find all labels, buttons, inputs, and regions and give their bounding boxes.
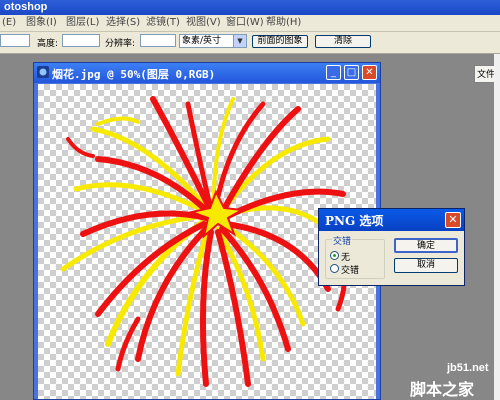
resolution-field[interactable] [140, 34, 176, 47]
menu-view[interactable]: 视图(V) [186, 15, 221, 31]
yellow-streak [96, 116, 140, 126]
menu-layer[interactable]: 图层(L) [66, 15, 99, 31]
resolution-label: 分辨率: [105, 39, 136, 49]
radio-none-label[interactable]: 无 [341, 250, 350, 263]
radio-interlaced-label[interactable]: 交错 [341, 263, 359, 276]
menu-help[interactable]: 帮助(H) [266, 15, 301, 31]
interlace-group: 交错 无 交错 [325, 234, 385, 279]
clear-button[interactable]: 清除 [315, 35, 371, 48]
watermark-site: jb51.net [447, 362, 489, 374]
minimize-button[interactable]: _ [326, 65, 341, 80]
menu-select[interactable]: 选择(S) [106, 15, 140, 31]
dialog-title-bar[interactable]: PNG 选项 ✕ [319, 209, 464, 231]
menu-window[interactable]: 窗口(W) [226, 15, 264, 31]
height-label: 高度: [37, 39, 59, 49]
dialog-close-icon[interactable]: ✕ [445, 212, 461, 228]
maximize-button[interactable]: □ [344, 65, 359, 80]
document-title-bar[interactable]: 烟花.jpg @ 50%(图层 0,RGB) _ □ ✕ [34, 63, 380, 83]
front-image-button[interactable]: 前面的图象 [252, 35, 308, 48]
menu-edit[interactable]: (E) [2, 15, 16, 31]
red-streak [199, 229, 214, 387]
radio-interlaced[interactable] [330, 264, 339, 273]
chevron-down-icon: ▼ [233, 35, 246, 47]
palette-well-edge [494, 54, 500, 400]
menu-image[interactable]: 图象(I) [26, 15, 57, 31]
cancel-button[interactable]: 取消 [394, 258, 458, 273]
radio-none[interactable] [330, 251, 339, 260]
ok-button[interactable]: 确定 [394, 238, 458, 253]
photoshop-document-icon [37, 66, 49, 78]
options-bar: 高度: 分辨率: 象素/英寸 ▼ 前面的图象 清除 文件 [0, 32, 500, 83]
app-title-bar: otoshop [0, 0, 500, 15]
unit-select-value: 象素/英寸 [182, 36, 222, 46]
height-field[interactable] [62, 34, 100, 47]
width-field[interactable] [0, 34, 30, 47]
red-streak [115, 316, 141, 372]
app-title: otoshop [4, 1, 48, 13]
document-title: 烟花.jpg @ 50%(图层 0,RGB) [52, 68, 216, 81]
dialog-title: PNG 选项 [325, 214, 384, 228]
watermark-brand: 脚本之家 [410, 382, 475, 399]
menu-filter[interactable]: 滤镜(T) [146, 15, 180, 31]
menu-bar: (E) 图象(I) 图层(L) 选择(S) 滤镜(T) 视图(V) 窗口(W) … [0, 15, 500, 32]
close-button[interactable]: ✕ [362, 65, 377, 80]
interlace-group-label: 交错 [332, 234, 353, 247]
unit-select[interactable]: 象素/英寸 ▼ [179, 34, 247, 48]
png-options-dialog: PNG 选项 ✕ 交错 无 交错 确定 取消 [318, 208, 465, 286]
red-streak [66, 137, 95, 158]
